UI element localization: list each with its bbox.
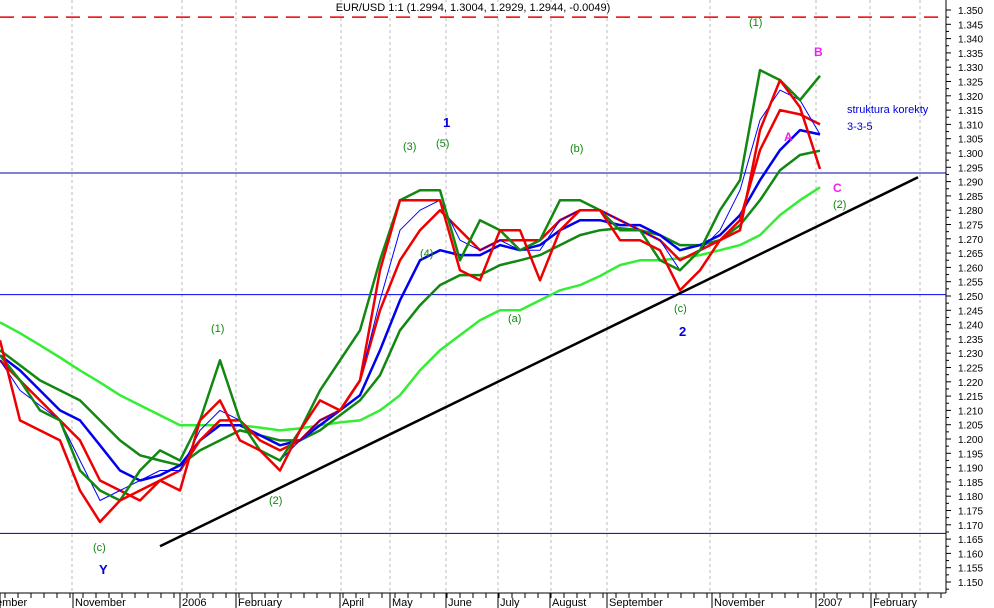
y-tick-label: 1.215 <box>958 392 983 403</box>
x-tick-label: September <box>609 597 663 608</box>
x-tick-label: November <box>75 597 126 608</box>
x-tick-label: February <box>238 597 283 608</box>
label-wave-major-1: 1 <box>443 115 451 130</box>
y-tick-label: 1.150 <box>958 578 983 589</box>
x-tick-label: April <box>342 597 364 608</box>
y-tick-label: 1.210 <box>958 406 983 417</box>
chart-canvas: 1.150 1.155 1.160 1.165 1.170 1.175 1.180 1.185… <box>0 0 983 608</box>
label-wave-major-2: 2 <box>679 324 687 339</box>
y-tick-label: 1.200 <box>958 435 983 446</box>
y-tick-label: 1.185 <box>958 478 983 489</box>
y-tick-label: 1.190 <box>958 464 983 475</box>
y-tick-label: 1.180 <box>958 492 983 503</box>
chart-title: EUR/USD 1:1 (1.2994, 1.3004, 1.2929, 1.2… <box>333 2 613 14</box>
label-C: C <box>833 181 842 195</box>
y-tick-label: 1.350 <box>958 6 983 17</box>
label-wave-4: (4) <box>420 248 434 260</box>
y-tick-label: 1.285 <box>958 192 983 203</box>
trendline <box>159 176 919 548</box>
x-tick-label: June <box>448 597 472 608</box>
label-wave-b: (b) <box>570 143 584 155</box>
y-tick-label: 1.290 <box>958 178 983 189</box>
y-tick-label: 1.240 <box>958 321 983 332</box>
series-dark-green-ma <box>0 149 821 467</box>
y-tick-label: 1.160 <box>958 549 983 560</box>
y-tick-label: 1.155 <box>958 564 983 575</box>
label-B: B <box>814 45 823 59</box>
x-tick-label: 2007 <box>818 597 842 608</box>
y-tick-label: 1.235 <box>958 335 983 346</box>
y-tick-label: 1.315 <box>958 106 983 117</box>
y-tick-label: 1.335 <box>958 49 983 60</box>
note-structure: struktura korekty <box>847 104 929 116</box>
x-tick-label: November <box>714 597 765 608</box>
y-tick-label: 1.195 <box>958 449 983 460</box>
label-wave-Y: Y <box>99 562 108 577</box>
y-tick-label: 1.320 <box>958 92 983 103</box>
x-tick-label: July <box>500 597 520 608</box>
y-tick-label: 1.270 <box>958 235 983 246</box>
y-tick-label: 1.175 <box>958 507 983 518</box>
y-tick-label: 1.170 <box>958 521 983 532</box>
y-tick-label: 1.205 <box>958 421 983 432</box>
y-tick-label: 1.275 <box>958 221 983 232</box>
y-tick-label: 1.340 <box>958 35 983 46</box>
x-tick-label: February <box>873 597 918 608</box>
y-tick-label: 1.305 <box>958 135 983 146</box>
series-light-green-ma <box>0 186 821 432</box>
y-tick-label: 1.245 <box>958 306 983 317</box>
y-tick-label: 1.260 <box>958 263 983 274</box>
y-tick-label: 1.250 <box>958 292 983 303</box>
y-tick-label: 1.345 <box>958 20 983 31</box>
label-wave-a: (a) <box>508 313 522 325</box>
label-wave-3: (3) <box>403 141 417 153</box>
y-tick-label: 1.230 <box>958 349 983 360</box>
x-tick-label: August <box>552 597 586 608</box>
y-tick-label: 1.295 <box>958 163 983 174</box>
series-blue-ma <box>0 128 821 482</box>
y-tick-label: 1.165 <box>958 535 983 546</box>
y-tick-label: 1.300 <box>958 149 983 160</box>
label-wave-c-2: (c) <box>674 303 687 315</box>
y-tick-label: 1.220 <box>958 378 983 389</box>
label-A: A <box>784 130 793 144</box>
note-structure-count: 3-3-5 <box>847 121 873 133</box>
label-wave-2b: (2) <box>833 199 847 211</box>
y-tick-label: 1.310 <box>958 120 983 131</box>
y-tick-label: 1.255 <box>958 278 983 289</box>
label-wave-2: (2) <box>269 495 283 507</box>
y-tick-label: 1.280 <box>958 206 983 217</box>
y-tick-label: 1.265 <box>958 249 983 260</box>
label-wave-5: (5) <box>436 138 450 150</box>
label-wave-1b: (1) <box>749 17 763 29</box>
y-tick-label: 1.330 <box>958 63 983 74</box>
x-tick-label: ember <box>0 597 28 608</box>
x-tick-label: May <box>392 597 413 608</box>
y-tick-label: 1.225 <box>958 364 983 375</box>
label-wave-c: (c) <box>93 542 106 554</box>
x-tick-label: 2006 <box>182 597 206 608</box>
y-tick-label: 1.325 <box>958 78 983 89</box>
label-wave-1: (1) <box>211 323 225 335</box>
